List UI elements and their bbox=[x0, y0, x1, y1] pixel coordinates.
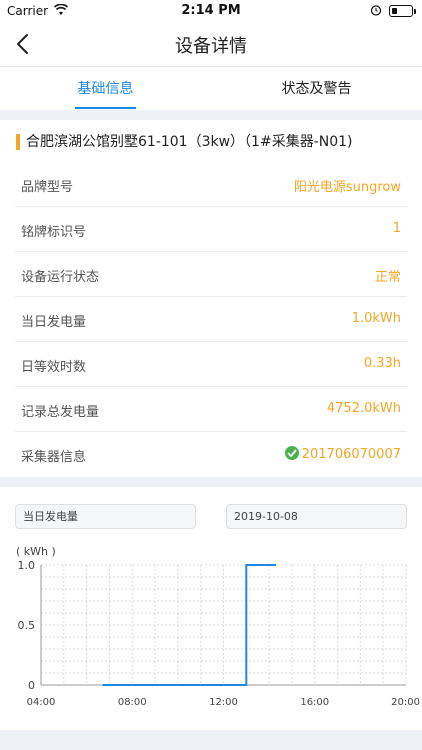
row-value: 1 bbox=[392, 221, 401, 236]
row-label: 铭牌标识号 bbox=[21, 225, 87, 240]
row-value: 201706070007 bbox=[284, 446, 401, 462]
date-select[interactable]: 2019-10-08 bbox=[226, 504, 407, 529]
row-value: 阳光电源sungrow bbox=[293, 180, 401, 195]
chart-card: 当日发电量 2019-10-08 ( kWh ) 1.0 0.5 0 04:00 08:0… bbox=[0, 487, 422, 730]
check-circle-icon bbox=[284, 446, 299, 460]
row-value: 0.33h bbox=[363, 356, 401, 371]
x-tick-label: 20:00 bbox=[391, 697, 420, 708]
clock: 2:14 PM bbox=[181, 3, 241, 18]
row-daily-generation: 当日发电量 1.0kWh bbox=[0, 297, 422, 342]
row-value: 4752.0kWh bbox=[326, 401, 401, 416]
tab-status-alerts[interactable]: 状态及警告 bbox=[211, 67, 422, 111]
generation-chart: ( kWh )1.0 0.5 0 04:00 08:00 12:00 16:00 20:00 bbox=[16, 545, 420, 708]
row-collector-info[interactable]: 采集器信息 201706070007 bbox=[0, 432, 422, 477]
y-tick-label: 0 bbox=[28, 679, 35, 692]
y-unit-label: ( kWh ) bbox=[16, 545, 56, 558]
row-brand-model: 品牌型号 阳光电源sungrow bbox=[0, 162, 422, 207]
row-label: 设备运行状态 bbox=[21, 270, 100, 285]
status-bar: Carrier 2:14 PM bbox=[0, 0, 422, 22]
tab-bar: 基础信息 状态及警告 bbox=[0, 66, 422, 110]
row-nameplate-id: 铭牌标识号 1 bbox=[0, 207, 422, 252]
y-tick-label: 0.5 bbox=[18, 619, 36, 632]
row-label: 品牌型号 bbox=[21, 180, 74, 195]
row-equivalent-hours: 日等效时数 0.33h bbox=[0, 342, 422, 387]
battery-icon bbox=[389, 5, 416, 17]
row-label: 记录总发电量 bbox=[21, 405, 100, 420]
row-value: 1.0kWh bbox=[351, 311, 401, 326]
x-tick-label: 16:00 bbox=[300, 697, 329, 708]
row-run-status: 设备运行状态 正常 bbox=[0, 252, 422, 297]
collector-id: 201706070007 bbox=[301, 447, 401, 462]
device-info-card: 合肥滨湖公馆别墅61-101（3kw）（1#采集器-N01) 品牌型号 阳光电源… bbox=[0, 120, 422, 477]
x-tick-label: 04:00 bbox=[27, 697, 56, 708]
active-tab-indicator bbox=[75, 107, 136, 109]
alarm-icon bbox=[370, 5, 382, 16]
nav-bar: 设备详情 bbox=[0, 22, 422, 66]
x-tick-label: 12:00 bbox=[209, 697, 238, 708]
device-title: 合肥滨湖公馆别墅61-101（3kw）（1#采集器-N01) bbox=[16, 132, 353, 152]
x-tick-label: 08:00 bbox=[118, 697, 147, 708]
row-label: 日等效时数 bbox=[21, 360, 87, 375]
tab-basic-info[interactable]: 基础信息 bbox=[0, 67, 211, 111]
y-tick-label: 1.0 bbox=[18, 559, 36, 572]
row-total-generation: 记录总发电量 4752.0kWh bbox=[0, 387, 422, 432]
row-value: 正常 bbox=[374, 270, 401, 285]
metric-select[interactable]: 当日发电量 bbox=[15, 504, 196, 529]
row-label: 当日发电量 bbox=[21, 315, 87, 330]
page-title: 设备详情 bbox=[175, 36, 247, 57]
row-label: 采集器信息 bbox=[21, 450, 87, 465]
